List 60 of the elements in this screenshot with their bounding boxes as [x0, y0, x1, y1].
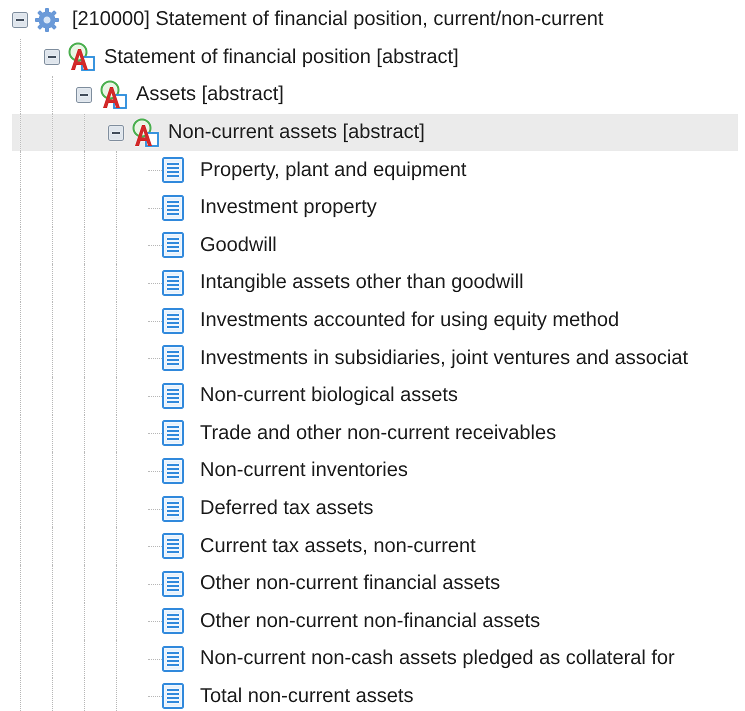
- document-icon: [162, 496, 184, 522]
- collapse-toggle[interactable]: [44, 49, 60, 66]
- document-icon: [162, 683, 184, 710]
- tree-row[interactable]: Other non-current financial assets: [12, 564, 738, 602]
- node-label: Total non-current assets: [200, 684, 414, 708]
- node-label: Non-current biological assets: [200, 384, 458, 408]
- node-label: Intangible assets other than goodwill: [200, 271, 524, 294]
- tree-row[interactable]: Goodwill: [12, 226, 738, 264]
- tree-row[interactable]: Property, plant and equipment: [12, 151, 738, 189]
- document-icon: [162, 420, 184, 446]
- tree-row[interactable]: Trade and other non-current receivables: [12, 414, 738, 452]
- tree-row[interactable]: [210000] Statement of financial position, current/non-current: [12, 1, 738, 39]
- tree-row[interactable]: Non-current non-cash assets pledged as collateral for: [12, 640, 738, 678]
- node-label: Other non-current non-financial assets: [200, 610, 540, 633]
- node-label: [210000] Statement of financial position, current/non-current: [72, 8, 604, 32]
- node-label: Goodwill: [200, 234, 277, 257]
- document-icon: [162, 570, 184, 597]
- document-icon: [162, 194, 184, 221]
- document-icon: [162, 646, 184, 672]
- document-icon: [162, 232, 184, 258]
- node-label: Investments in subsidiaries, joint ventures and associat: [200, 346, 688, 370]
- node-label: Investment property: [200, 196, 377, 220]
- tree-row[interactable]: Non-current biological assets: [12, 376, 738, 415]
- tree-row[interactable]: Investment property: [12, 188, 738, 227]
- collapse-toggle[interactable]: [76, 86, 92, 103]
- node-label: Current tax assets, non-current: [200, 534, 476, 558]
- node-label: Trade and other non-current receivables: [200, 422, 556, 445]
- node-label: Deferred tax assets: [200, 497, 374, 520]
- node-label: Non-current assets [abstract]: [168, 121, 425, 144]
- tree-row[interactable]: Statement of financial position [abstract]: [12, 38, 738, 76]
- abstract-icon: [98, 80, 128, 110]
- tree-row[interactable]: Non-current inventories: [12, 452, 738, 490]
- collapse-toggle[interactable]: [12, 12, 28, 28]
- collapse-toggle[interactable]: [108, 124, 124, 141]
- node-label: Non-current inventories: [200, 459, 408, 482]
- tree-row[interactable]: Non-current assets [abstract]: [12, 114, 738, 152]
- tree-row[interactable]: Investments accounted for using equity method: [12, 302, 738, 340]
- tree-row[interactable]: Other non-current non-financial assets: [12, 602, 738, 640]
- node-label: Assets [abstract]: [136, 83, 284, 106]
- node-label: Statement of financial position [abstract]: [104, 46, 459, 69]
- document-icon: [162, 270, 184, 296]
- tree-row[interactable]: Intangible assets other than goodwill: [12, 264, 738, 302]
- document-icon: [162, 157, 184, 184]
- document-icon: [162, 345, 184, 372]
- document-icon: [162, 308, 184, 334]
- tree-row[interactable]: Investments in subsidiaries, joint ventures and associat: [12, 339, 738, 377]
- node-label: Investments accounted for using equity method: [200, 309, 620, 332]
- node-label: Property, plant and equipment: [200, 158, 466, 182]
- node-label: Non-current non-cash assets pledged as collateral for: [200, 647, 675, 670]
- document-icon: [162, 533, 184, 560]
- document-icon: [162, 382, 184, 409]
- gear-icon: [34, 6, 60, 33]
- node-label: Other non-current financial assets: [200, 572, 500, 596]
- tree-row[interactable]: Assets [abstract]: [12, 76, 738, 114]
- abstract-icon: [66, 42, 96, 72]
- abstract-icon: [130, 118, 160, 148]
- tree-row[interactable]: Current tax assets, non-current: [12, 527, 738, 565]
- tree-row[interactable]: Deferred tax assets: [12, 490, 738, 528]
- document-icon: [162, 458, 184, 484]
- document-icon: [162, 608, 184, 634]
